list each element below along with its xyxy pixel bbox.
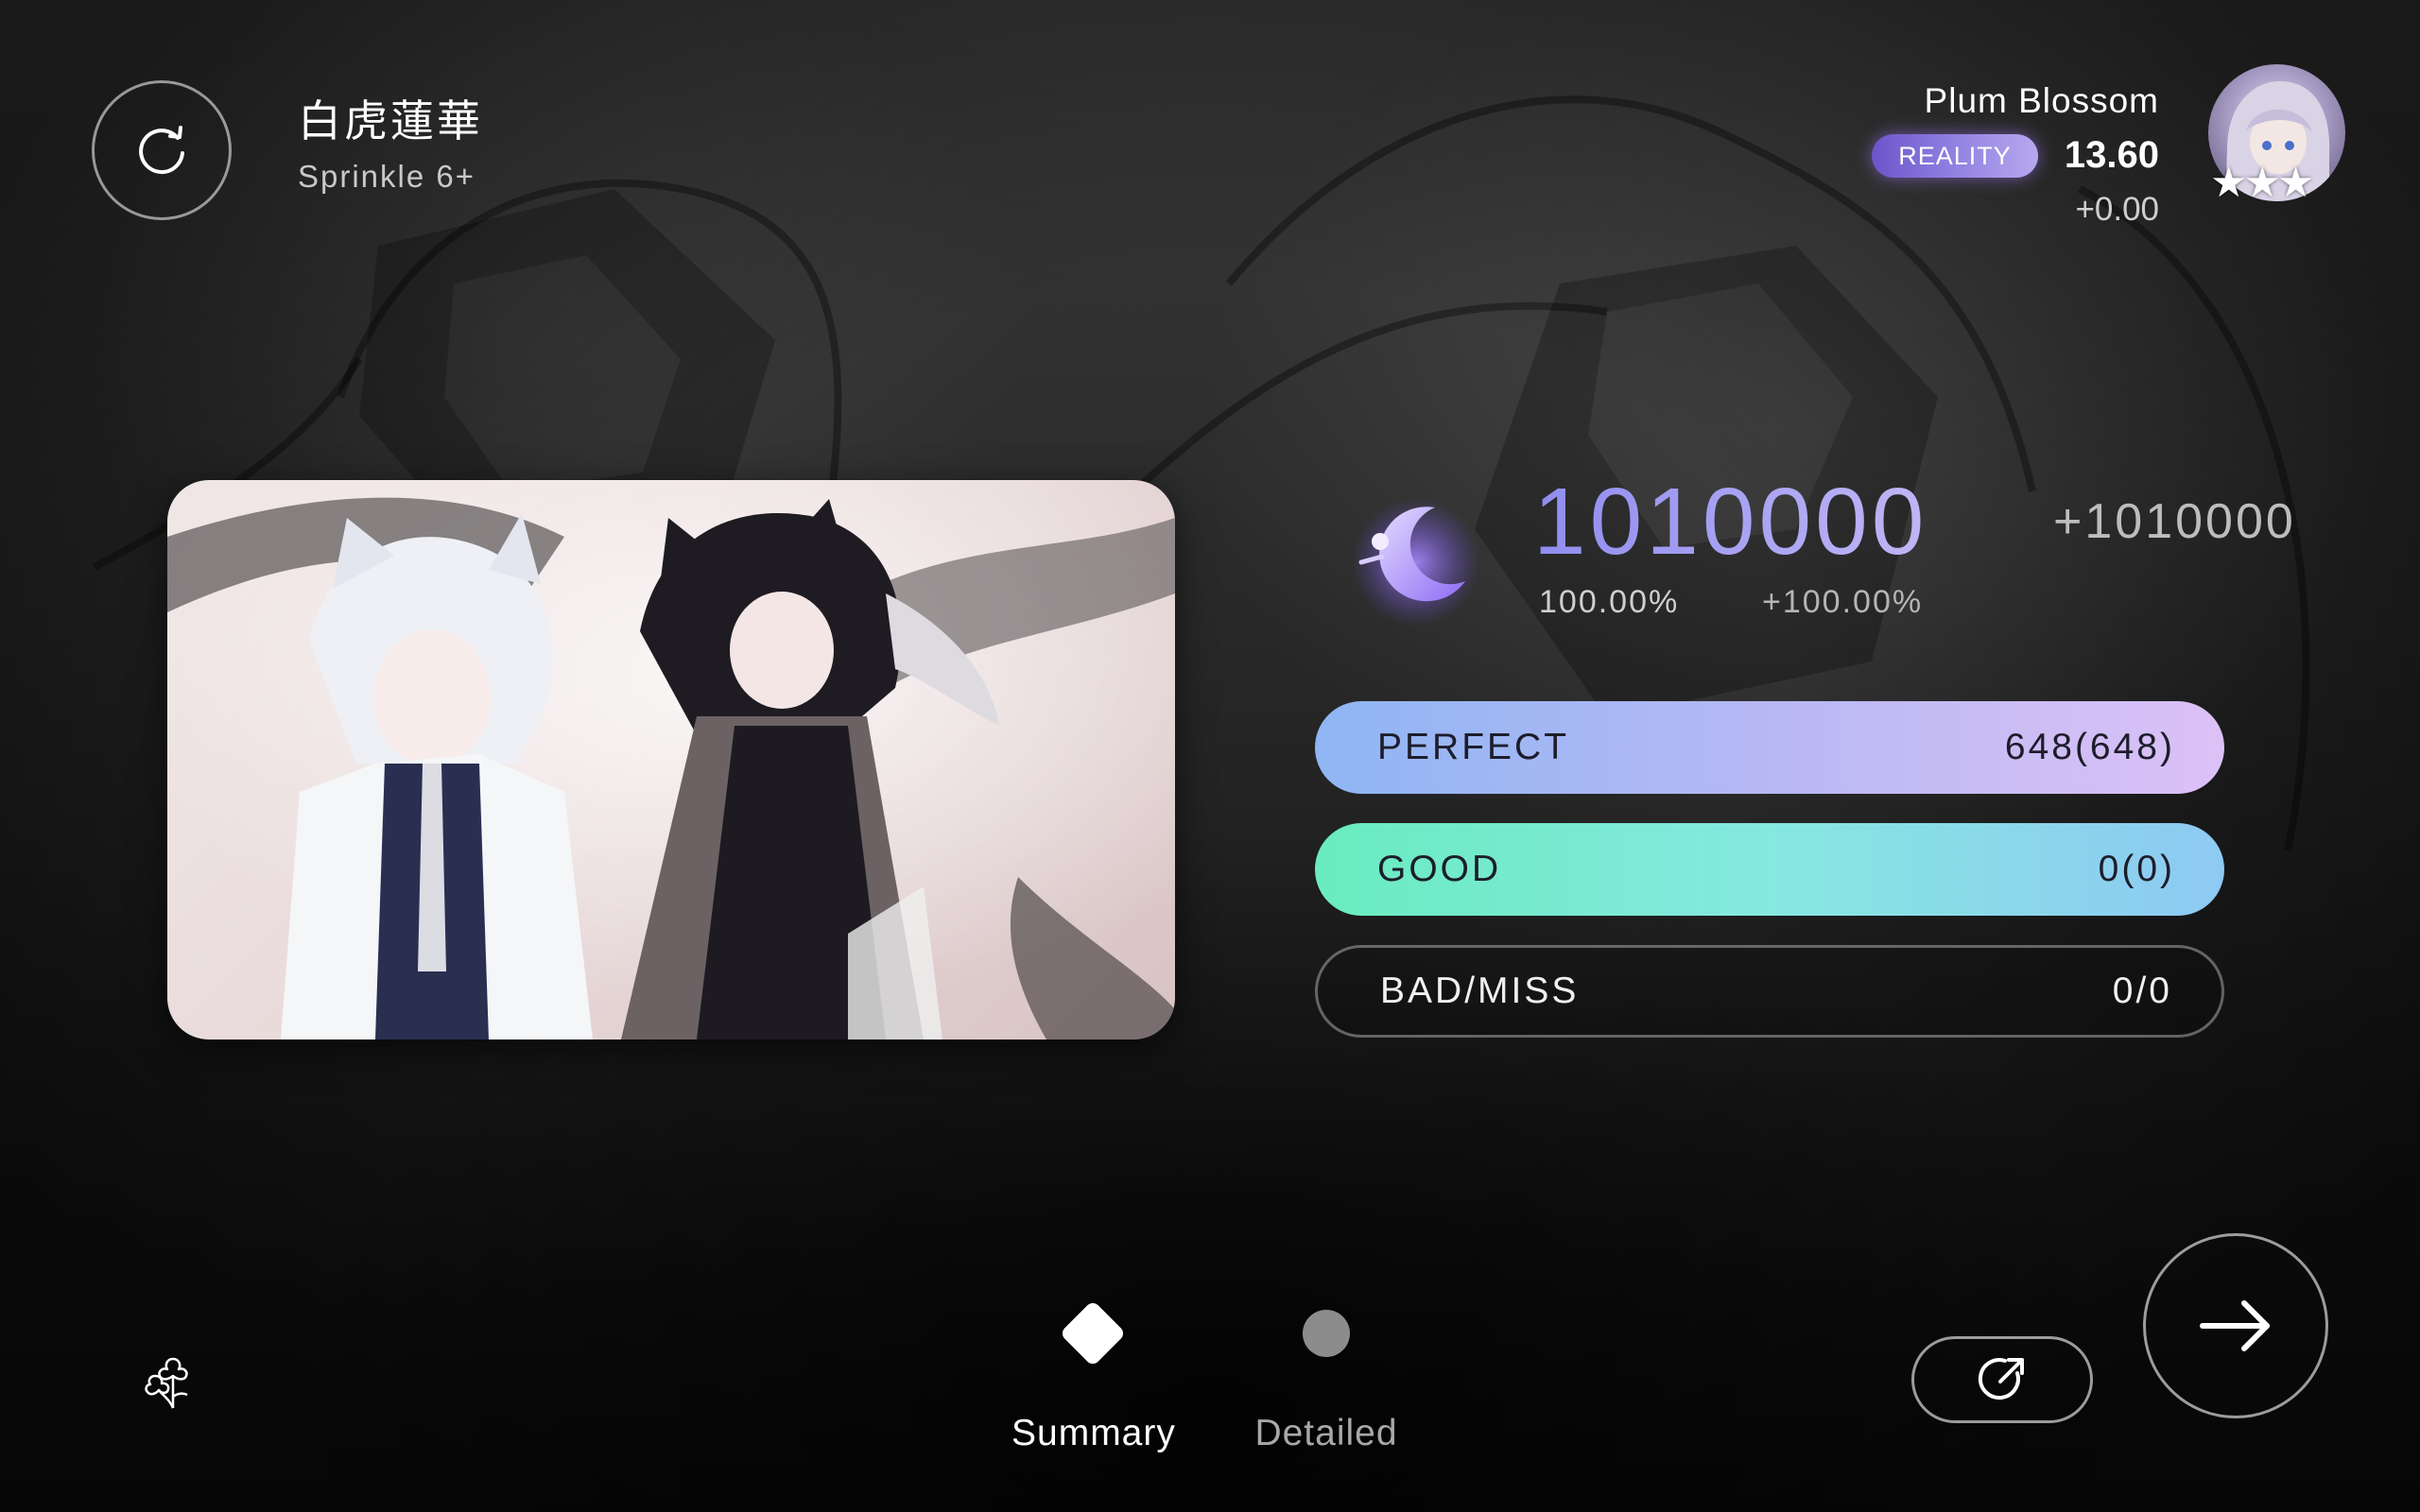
accuracy-value: 100.00% [1539, 584, 1680, 620]
tab-summary-diamond-icon[interactable] [1047, 1288, 1138, 1379]
retry-icon [139, 126, 184, 175]
song-jacket-art [167, 480, 1175, 1040]
judgement-label: GOOD [1377, 849, 1502, 889]
retry-button[interactable] [92, 80, 232, 220]
rating-delta: +0.00 [2075, 191, 2159, 228]
judgement-good: GOOD 0(0) [1315, 823, 2224, 916]
judgement-bad-miss: BAD/MISS 0/0 [1315, 945, 2224, 1038]
judgement-label: PERFECT [1377, 727, 1570, 767]
judgement-count: 648(648) [2004, 727, 2175, 767]
judgement-count: 0(0) [2098, 849, 2175, 889]
share-icon [1978, 1358, 2024, 1400]
judgement-count: 0/0 [2112, 971, 2172, 1011]
player-name: Plum Blossom [1924, 81, 2159, 120]
score-delta: +1010000 [2053, 494, 2296, 549]
tab-detailed[interactable]: Detailed [1246, 1413, 1407, 1454]
arrow-right-icon [2200, 1300, 2270, 1351]
accuracy-delta: +100.00% [1762, 584, 1924, 620]
tab-detailed-dot-icon[interactable] [1303, 1310, 1350, 1357]
player-rating: 13.60 [2064, 134, 2159, 176]
score-value: 1010000 [1533, 469, 1928, 575]
song-difficulty: Sprinkle 6+ [298, 159, 476, 194]
judgement-label: BAD/MISS [1380, 971, 1580, 1011]
next-button[interactable] [2143, 1233, 2328, 1418]
reality-badge: REALITY [1872, 134, 2038, 178]
tab-summary[interactable]: Summary [1011, 1413, 1175, 1454]
star-rating: ★★★ [2210, 160, 2314, 206]
share-button[interactable] [1911, 1336, 2093, 1423]
judgement-perfect: PERFECT 648(648) [1315, 701, 2224, 794]
song-title: 白虎蓮華 [298, 95, 483, 146]
moon-icon [1352, 498, 1480, 627]
flower-icon[interactable] [142, 1351, 204, 1414]
